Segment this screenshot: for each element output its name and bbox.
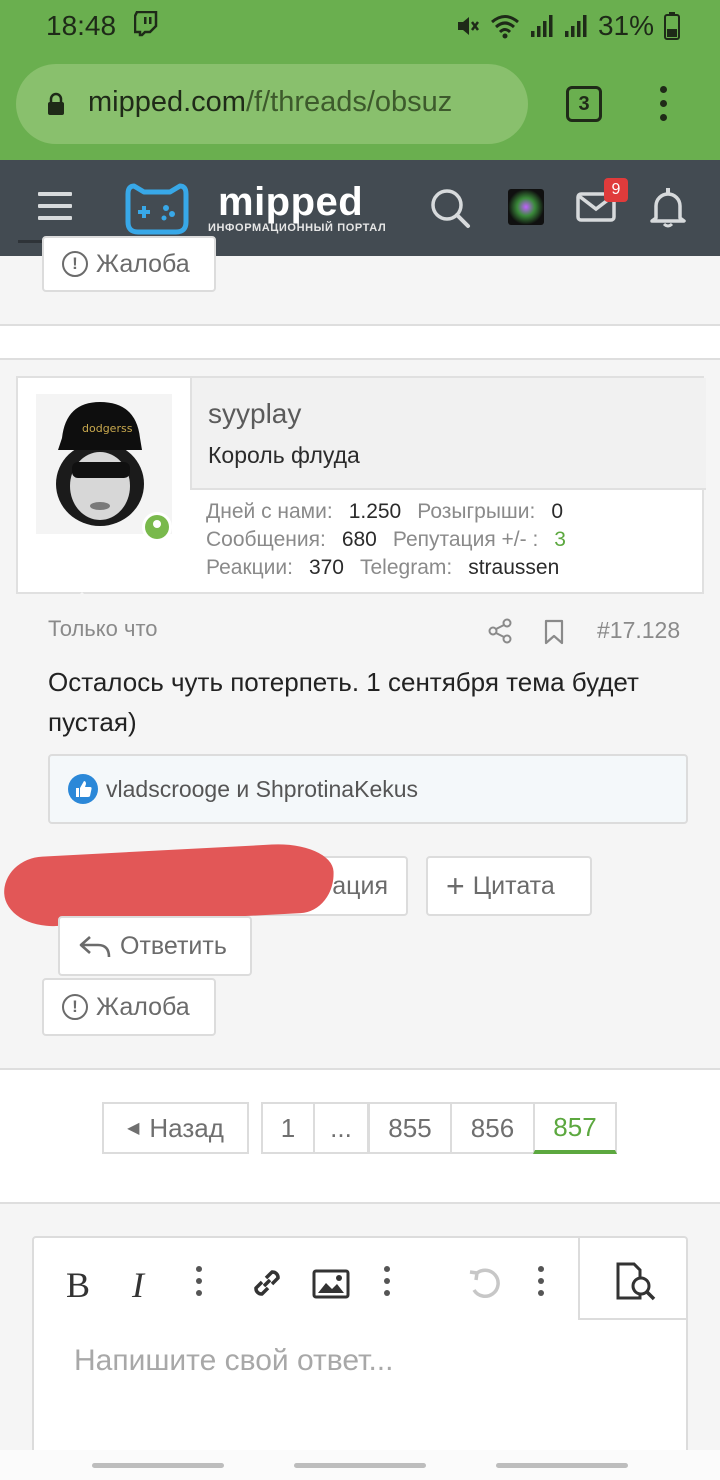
search-icon[interactable] xyxy=(428,186,472,230)
plus-icon: + xyxy=(446,868,465,904)
stat-value: 680 xyxy=(341,528,377,551)
editor-input[interactable]: Напишите свой ответ... xyxy=(74,1344,393,1378)
prev-page-label: Назад xyxy=(149,1112,224,1143)
user-stats: Дней с нами: 1.250 Розыгрыши: 0 Сообщени… xyxy=(206,498,582,582)
stats-row: Реакции: 370 Telegram: straussen xyxy=(206,554,582,582)
status-bar: 18:48 31% xyxy=(0,0,720,52)
reputation-value: 3 xyxy=(554,528,566,551)
user-card: dodgerss syyplay Король флуда Дней с нам… xyxy=(16,376,706,594)
mail-count-badge: 9 xyxy=(604,178,628,202)
more-icon[interactable] xyxy=(538,1266,546,1300)
post-time[interactable]: Только что xyxy=(48,616,158,642)
post-body: Осталось чуть потерпеть. 1 сентября тема… xyxy=(48,667,639,737)
bold-icon[interactable]: B xyxy=(66,1264,90,1306)
battery-percent: 31% xyxy=(597,10,654,41)
stat-value: 1.250 xyxy=(348,500,402,523)
stat-value: 370 xyxy=(308,556,344,579)
image-icon[interactable] xyxy=(312,1268,350,1300)
browser-toolbar: mipped.com/f/threads/obsuz 3 xyxy=(0,52,720,160)
reply-editor: B I Напишите свой ответ... xyxy=(32,1236,688,1480)
wifi-icon xyxy=(490,15,519,39)
preview-button[interactable] xyxy=(578,1238,688,1320)
reactions-users[interactable]: vladscrooge и ShprotinaKekus xyxy=(106,776,418,803)
url-path: /f/threads/obsuz xyxy=(245,86,453,118)
gamepad-logo-icon xyxy=(125,183,189,235)
stat-value: 0 xyxy=(551,500,564,523)
reputation-label: ация xyxy=(332,871,388,900)
report-button[interactable]: ! Жалоба xyxy=(42,978,216,1036)
stats-row: Дней с нами: 1.250 Розыгрыши: 0 xyxy=(206,498,582,526)
signal-icon xyxy=(530,15,553,37)
like-icon xyxy=(68,774,98,804)
reply-icon xyxy=(79,936,111,958)
page-button-current[interactable]: 857 xyxy=(533,1102,617,1154)
card-pointer xyxy=(68,592,96,606)
mute-icon xyxy=(457,17,479,35)
link-icon[interactable] xyxy=(248,1264,286,1302)
bell-icon[interactable] xyxy=(648,186,688,228)
page-ellipsis[interactable]: ... xyxy=(313,1102,369,1154)
username[interactable]: syyplay xyxy=(208,398,301,430)
page-button[interactable]: 1 xyxy=(261,1102,315,1154)
stat-label: Репутация +/- : xyxy=(392,528,539,551)
logo-text: mipped xyxy=(218,180,364,224)
stat-label: Розыгрыши: xyxy=(417,500,536,523)
battery-icon xyxy=(664,12,680,40)
stat-label: Дней с нами: xyxy=(206,500,333,523)
preview-icon xyxy=(616,1262,656,1301)
stat-label: Реакции: xyxy=(206,556,293,579)
prev-page-button[interactable]: ◀ Назад xyxy=(102,1102,249,1154)
post-separator xyxy=(0,326,720,358)
alert-icon: ! xyxy=(62,994,88,1020)
user-avatar-icon[interactable] xyxy=(508,189,544,225)
stats-row: Сообщения: 680 Репутация +/- : 3 xyxy=(206,526,582,554)
prev-report-button[interactable]: ! Жалоба xyxy=(42,236,216,292)
share-icon[interactable] xyxy=(488,618,512,644)
tab-switcher-button[interactable]: 3 xyxy=(566,86,602,122)
page-button[interactable]: 855 xyxy=(368,1102,452,1154)
report-label: Жалоба xyxy=(96,992,190,1021)
url-text: mipped.com/f/threads/obsuz xyxy=(88,86,518,119)
telegram-value: straussen xyxy=(468,556,560,579)
more-icon[interactable] xyxy=(384,1266,392,1300)
nav-home-handle[interactable] xyxy=(294,1463,426,1468)
browser-menu-icon[interactable] xyxy=(654,86,672,126)
post-number[interactable]: #17.128 xyxy=(597,617,680,644)
user-title: Король флуда xyxy=(208,442,360,468)
status-time: 18:48 xyxy=(46,10,117,41)
user-header: syyplay Король флуда xyxy=(190,378,706,490)
address-bar[interactable]: mipped.com/f/threads/obsuz xyxy=(16,64,528,144)
twitch-icon xyxy=(134,11,158,37)
editor-toolbar: B I xyxy=(34,1238,578,1324)
caret-left-icon: ◀ xyxy=(127,1120,140,1137)
divider xyxy=(0,358,720,360)
menu-icon[interactable] xyxy=(38,192,72,220)
svg-text:dodgerss: dodgerss xyxy=(82,422,133,435)
quote-label: Цитата xyxy=(472,871,555,900)
reactions-bar[interactable]: vladscrooge и ShprotinaKekus xyxy=(48,754,688,824)
reply-label: Ответить xyxy=(120,931,227,960)
stat-label: Сообщения: xyxy=(206,528,326,551)
reply-button[interactable]: Ответить xyxy=(58,916,252,976)
alert-icon: ! xyxy=(62,251,88,277)
lock-icon xyxy=(48,92,64,115)
online-status-icon xyxy=(142,512,172,542)
quote-button[interactable]: + Цитата xyxy=(426,856,592,916)
bookmark-icon[interactable] xyxy=(543,619,565,645)
status-icons: 31% xyxy=(454,10,680,42)
italic-icon[interactable]: I xyxy=(132,1264,144,1306)
report-label: Жалоба xyxy=(96,249,190,278)
logo-subtitle: ИНФОРМАЦИОННЫЙ ПОРТАЛ xyxy=(208,222,387,234)
page-button[interactable]: 856 xyxy=(450,1102,535,1154)
url-host: mipped.com xyxy=(88,86,246,118)
system-nav-bar xyxy=(0,1450,720,1480)
nav-back-handle[interactable] xyxy=(92,1463,224,1468)
nav-recents-handle[interactable] xyxy=(496,1463,628,1468)
more-icon[interactable] xyxy=(196,1266,204,1300)
stat-label: Telegram: xyxy=(360,556,453,579)
site-logo[interactable]: mipped ИНФОРМАЦИОННЫЙ ПОРТАЛ xyxy=(124,178,394,238)
signal-icon xyxy=(564,15,587,37)
undo-icon[interactable] xyxy=(466,1266,502,1302)
divider xyxy=(0,1202,720,1204)
